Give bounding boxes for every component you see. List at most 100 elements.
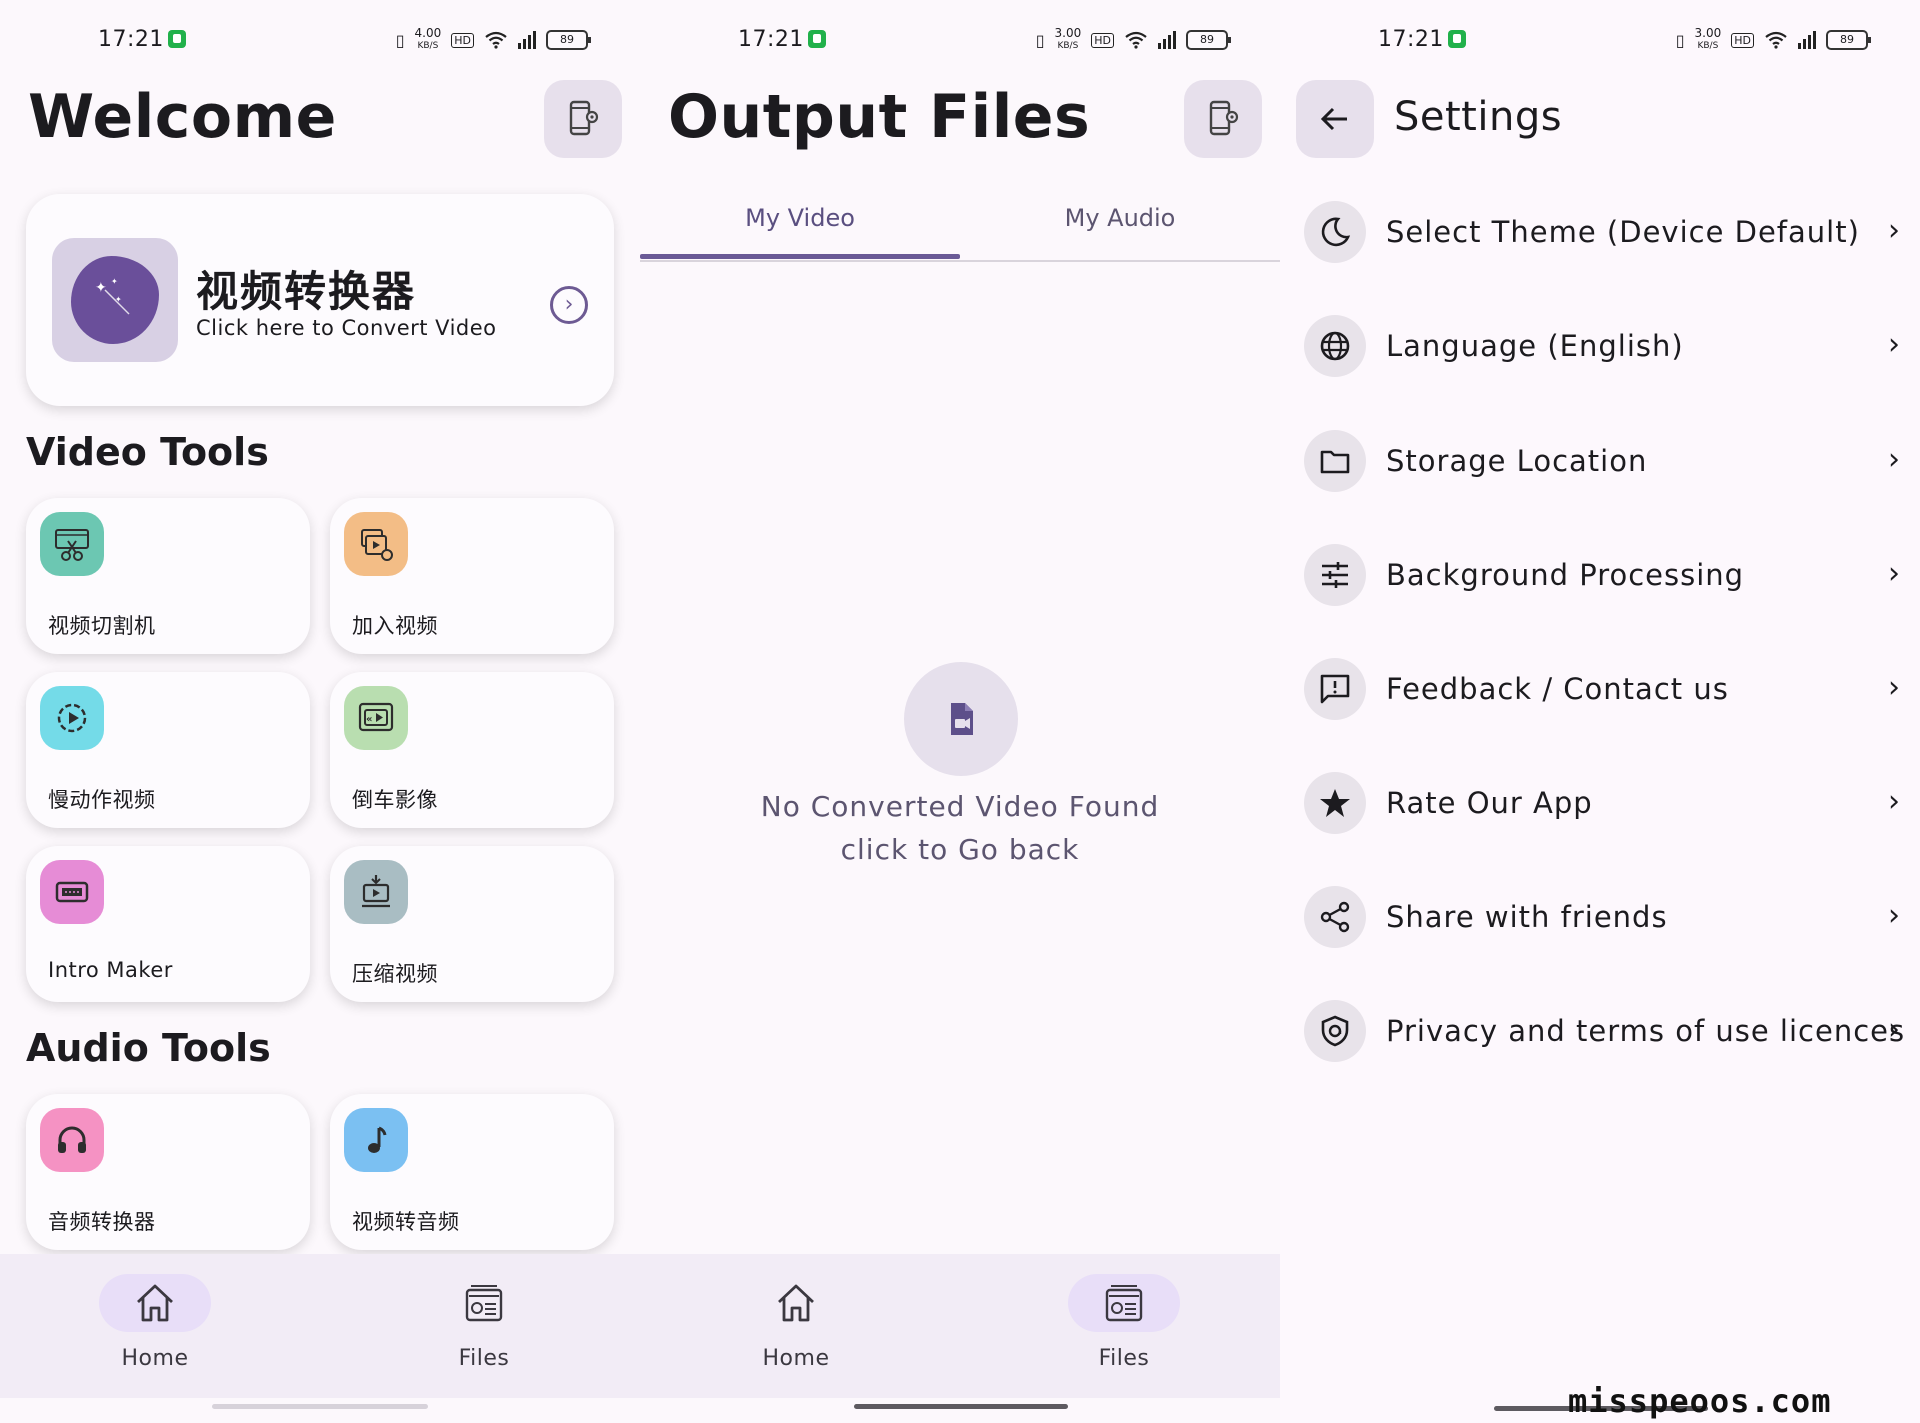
- setting-share[interactable]: Share with friends ›: [1304, 886, 1904, 950]
- home-screen: 17:21 ▯ 4.00 KB/S HD 89 Welcome ✦ ✦ ✦ 视频转换…: [0, 0, 640, 1423]
- chevron-right-icon: ›: [1888, 784, 1900, 819]
- tool-audio-converter[interactable]: 音频转换器: [26, 1094, 310, 1250]
- tool-video-to-audio[interactable]: 视频转音频: [330, 1094, 614, 1250]
- wifi-icon: [485, 31, 507, 49]
- setting-privacy[interactable]: Privacy and terms of use licences ›: [1304, 1000, 1904, 1064]
- app-logo: ✦ ✦ ✦: [52, 238, 178, 362]
- battery-indicator: 89: [1186, 30, 1231, 50]
- tool-slow-motion[interactable]: 慢动作视频: [26, 672, 310, 828]
- slow-motion-icon: [40, 686, 104, 750]
- gesture-bar[interactable]: [212, 1404, 428, 1409]
- vibrate-icon: ▯: [1035, 30, 1045, 50]
- page-title: Settings: [1394, 94, 1563, 140]
- tab-my-video[interactable]: My Video: [640, 204, 960, 232]
- chevron-right-circle-icon[interactable]: ›: [550, 286, 588, 324]
- tool-join-video[interactable]: 加入视频: [330, 498, 614, 654]
- tool-compress-video[interactable]: 压缩视频: [330, 846, 614, 1002]
- hero-subtitle: Click here to Convert Video: [196, 316, 497, 340]
- back-button[interactable]: [1296, 80, 1374, 158]
- signal-icon: [1798, 31, 1816, 49]
- status-icons: ▯ 4.00 KB/S HD 89: [396, 27, 591, 52]
- tab-indicator: [640, 254, 960, 259]
- nav-files-label: Files: [1098, 1346, 1150, 1371]
- hero-title: 视频转换器: [196, 267, 417, 316]
- home-icon: [778, 1284, 814, 1322]
- tool-label: 慢动作视频: [48, 788, 156, 812]
- bottom-nav: Home Files: [640, 1254, 1280, 1398]
- tool-label: 压缩视频: [352, 962, 438, 986]
- setting-label: Storage Location: [1386, 444, 1648, 478]
- tool-intro-maker[interactable]: Intro Maker: [26, 846, 310, 1002]
- notification-icon: [808, 30, 826, 48]
- net-speed-value: 3.00: [1054, 26, 1082, 40]
- setting-background[interactable]: Background Processing ›: [1304, 544, 1904, 608]
- home-icon: [137, 1284, 173, 1322]
- setting-language[interactable]: Language (English) ›: [1304, 315, 1904, 379]
- device-settings-button[interactable]: [1184, 80, 1262, 158]
- intro-maker-icon: [40, 860, 104, 924]
- share-icon: [1304, 886, 1366, 948]
- tool-reverse-video[interactable]: « 倒车影像: [330, 672, 614, 828]
- battery-indicator: 89: [1826, 30, 1871, 50]
- battery-indicator: 89: [546, 30, 591, 50]
- files-icon: [465, 1285, 503, 1322]
- video-tools-heading: Video Tools: [26, 430, 269, 474]
- svg-text:✦: ✦: [95, 280, 107, 296]
- tool-label: Intro Maker: [48, 958, 173, 982]
- wifi-icon: [1125, 31, 1147, 49]
- audio-tools-heading: Audio Tools: [26, 1026, 271, 1070]
- setting-label: Rate Our App: [1386, 786, 1593, 820]
- tool-video-cutter[interactable]: 视频切割机: [26, 498, 310, 654]
- tab-my-audio[interactable]: My Audio: [960, 204, 1280, 232]
- device-settings-button[interactable]: [544, 80, 622, 158]
- status-time: 17:21: [98, 27, 164, 52]
- nav-home-label: Home: [121, 1346, 189, 1371]
- compress-video-icon: [344, 860, 408, 924]
- go-back-link[interactable]: click to Go back: [640, 833, 1280, 866]
- svg-text:«: «: [366, 714, 372, 725]
- setting-rate[interactable]: Rate Our App ›: [1304, 772, 1904, 836]
- files-screen: 17:21 ▯ 3.00 KB/S HD 89 Output Files My …: [640, 0, 1280, 1423]
- star-icon: [1304, 772, 1366, 834]
- signal-icon: [518, 31, 536, 49]
- files-icon: [1105, 1285, 1143, 1322]
- arrow-left-icon: [1320, 107, 1347, 131]
- chevron-right-icon: ›: [1888, 1012, 1900, 1047]
- bottom-nav: Home Files: [0, 1254, 640, 1398]
- setting-theme[interactable]: Select Theme (Device Default) ›: [1304, 201, 1904, 265]
- notification-icon: [1448, 30, 1466, 48]
- net-speed: 4.00 KB/S: [415, 27, 442, 52]
- globe-icon: [1304, 315, 1366, 377]
- page-title: Welcome: [28, 82, 337, 152]
- status-bar: 17:21 ▯ 3.00 KB/S HD 89: [640, 22, 1280, 60]
- nav-home[interactable]: Home: [75, 1274, 235, 1384]
- nav-files-pill: [1068, 1274, 1180, 1332]
- setting-storage[interactable]: Storage Location ›: [1304, 430, 1904, 494]
- hd-badge: HD: [1731, 32, 1754, 48]
- video-file-icon: [951, 703, 973, 735]
- signal-icon: [1158, 31, 1176, 49]
- page-title: Output Files: [668, 82, 1091, 152]
- nav-files[interactable]: Files: [1044, 1274, 1204, 1384]
- file-tabs: My Video My Audio: [640, 198, 1280, 262]
- chevron-right-icon: ›: [1888, 556, 1900, 591]
- setting-label: Share with friends: [1386, 900, 1668, 934]
- settings-screen: 17:21 ▯ 3.00 KB/S HD 89 Settings Select …: [1280, 0, 1920, 1423]
- tool-label: 视频切割机: [48, 614, 156, 638]
- convert-video-card[interactable]: ✦ ✦ ✦ 视频转换器 Click here to Convert Video ›: [26, 194, 614, 406]
- empty-state-button[interactable]: [904, 662, 1018, 776]
- setting-feedback[interactable]: Feedback / Contact us ›: [1304, 658, 1904, 722]
- wifi-icon: [1765, 31, 1787, 49]
- setting-label: Feedback / Contact us: [1386, 672, 1729, 706]
- nav-files[interactable]: Files: [404, 1274, 564, 1384]
- tool-label: 加入视频: [352, 614, 438, 638]
- net-speed: 3.00 KB/S: [1695, 27, 1722, 52]
- nav-home[interactable]: Home: [716, 1274, 876, 1384]
- notification-icon: [168, 30, 186, 48]
- nav-home-label: Home: [762, 1346, 830, 1371]
- gesture-bar[interactable]: [854, 1404, 1068, 1409]
- chevron-right-icon: ›: [1888, 327, 1900, 362]
- hd-badge: HD: [1091, 32, 1114, 48]
- tool-label: 音频转换器: [48, 1210, 156, 1234]
- scissors-film-icon: [40, 512, 104, 576]
